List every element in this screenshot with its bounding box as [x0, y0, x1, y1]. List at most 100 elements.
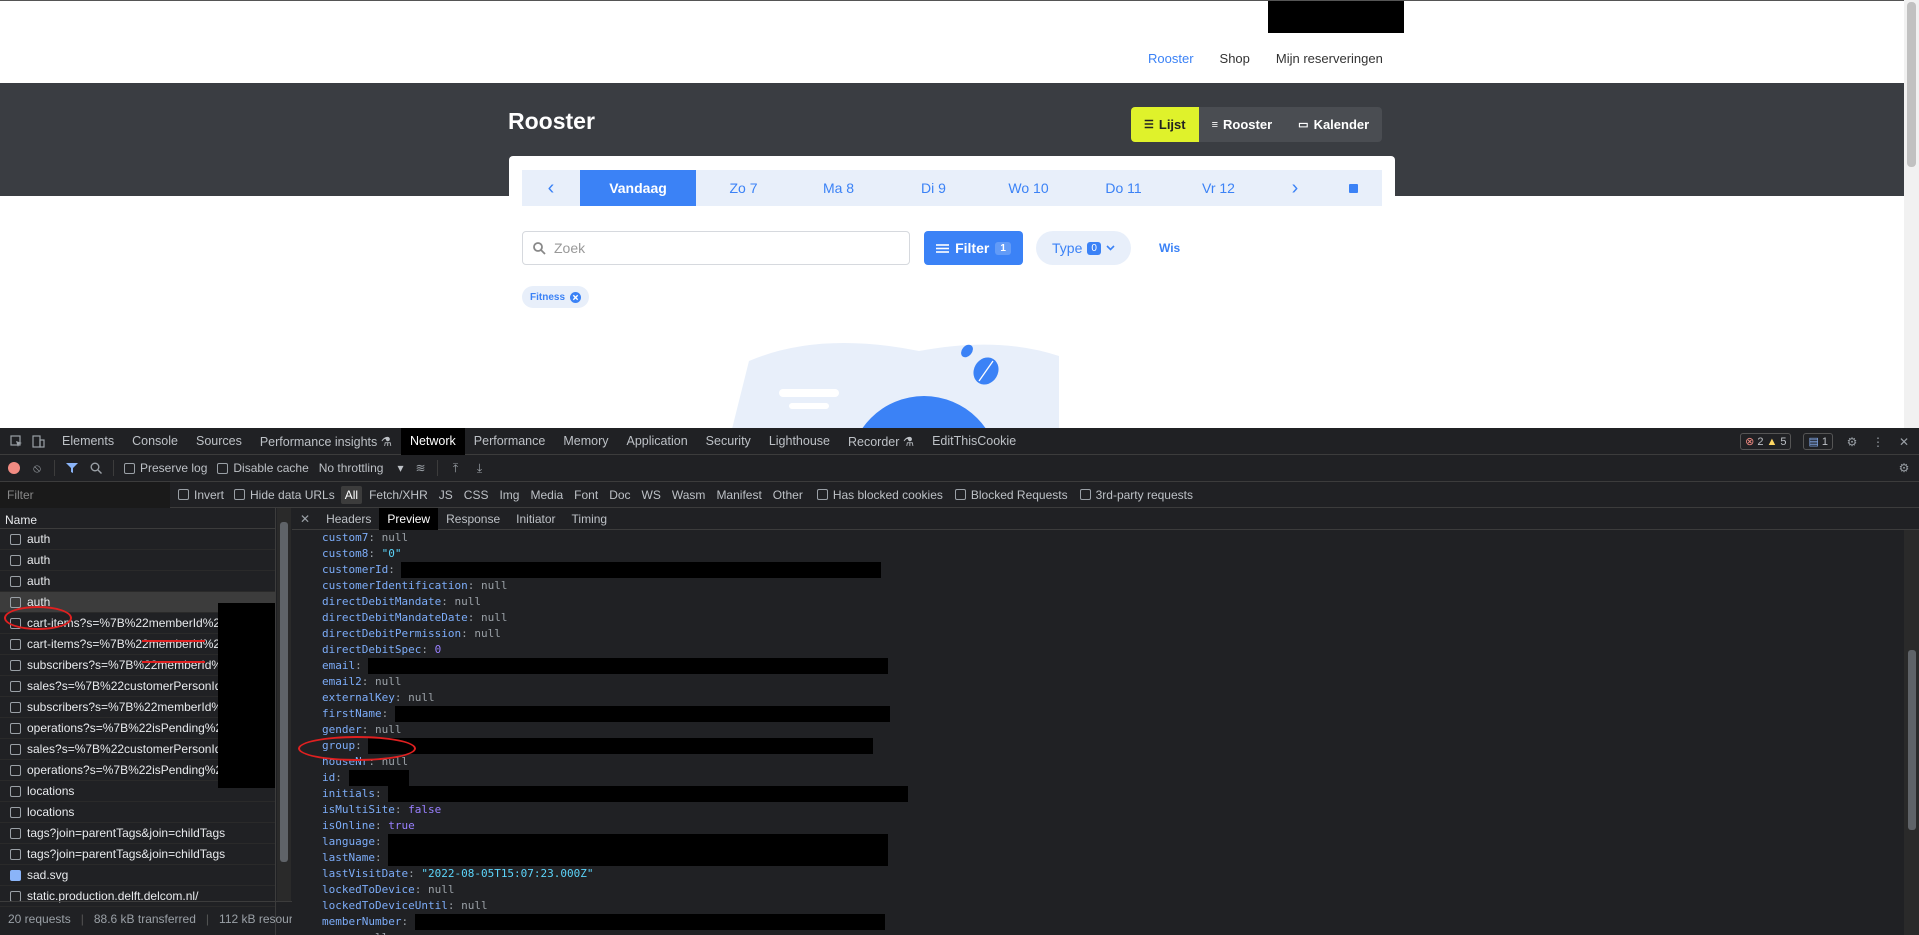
type-filter-9[interactable]: Wasm — [668, 486, 710, 504]
request-row[interactable]: tags?join=parentTags&join=childTags — [0, 823, 275, 844]
detail-tab-timing[interactable]: Timing — [564, 508, 616, 530]
preserve-log-checkbox[interactable]: Preserve log — [124, 461, 207, 475]
import-har-icon[interactable]: ⤒ — [448, 461, 462, 475]
day-tab-4[interactable]: Wo 10 — [981, 170, 1076, 206]
more-options-icon[interactable]: ⋮ — [1871, 435, 1885, 449]
filter-funnel-icon[interactable] — [65, 461, 79, 475]
type-filter-2[interactable]: JS — [435, 486, 457, 504]
devtools-tab-7[interactable]: Application — [618, 428, 697, 455]
view-lijst-button[interactable]: ☰ Lijst — [1131, 107, 1199, 142]
view-rooster-button[interactable]: ≡ Rooster — [1198, 107, 1286, 142]
devtools-tab-3[interactable]: Performance insights ⚗ — [251, 428, 401, 455]
inspect-element-icon[interactable] — [9, 434, 23, 448]
calendar-icon: ▭ — [1298, 119, 1309, 131]
previous-day-button[interactable]: ‹ — [522, 170, 580, 206]
detail-tab-headers[interactable]: Headers — [318, 508, 379, 530]
type-filter-6[interactable]: Font — [570, 486, 602, 504]
record-icon[interactable] — [8, 462, 20, 474]
day-tab-0[interactable]: Vandaag — [580, 170, 696, 206]
third-party-label: 3rd-party requests — [1095, 487, 1193, 502]
type-filter-10[interactable]: Manifest — [712, 486, 765, 504]
search-icon[interactable] — [89, 461, 103, 475]
document-icon — [10, 659, 21, 671]
third-party-checkbox[interactable]: 3rd-party requests — [1079, 487, 1193, 502]
nav-link-mijn-reserveringen[interactable]: Mijn reserveringen — [1276, 51, 1383, 66]
next-day-button[interactable]: › — [1266, 170, 1324, 206]
network-toolbar: ⦸ Preserve log Disable cache No throttli… — [0, 455, 1919, 482]
request-row[interactable]: auth — [0, 529, 275, 550]
export-har-icon[interactable]: ⤓ — [472, 461, 486, 475]
request-row[interactable]: tags?join=parentTags&join=childTags — [0, 844, 275, 865]
devtools-tab-1[interactable]: Console — [123, 428, 187, 455]
type-filter-5[interactable]: Media — [526, 486, 567, 504]
nav-link-shop[interactable]: Shop — [1220, 51, 1250, 66]
search-input[interactable]: Zoek — [522, 231, 910, 265]
type-filter-11[interactable]: Other — [769, 486, 807, 504]
clear-icon[interactable]: ⦸ — [30, 461, 44, 475]
request-row[interactable]: auth — [0, 571, 275, 592]
view-kalender-button[interactable]: ▭ Kalender — [1285, 107, 1383, 142]
filter-input[interactable]: Filter — [0, 481, 170, 508]
type-filter-4[interactable]: Img — [495, 486, 523, 504]
nav-link-rooster[interactable]: Rooster — [1148, 51, 1194, 66]
blocked-cookies-label: Has blocked cookies — [832, 487, 943, 502]
request-name: auth — [27, 553, 51, 567]
type-filter-1[interactable]: Fetch/XHR — [365, 486, 432, 504]
devtools-tab-5[interactable]: Performance — [465, 428, 555, 455]
devtools-tab-6[interactable]: Memory — [554, 428, 617, 455]
detail-tab-preview[interactable]: Preview — [379, 507, 439, 530]
detail-tab-response[interactable]: Response — [438, 508, 508, 530]
json-colon: : — [467, 579, 481, 592]
issues-counter[interactable]: ⊗ 2 ▲ 5 — [1740, 433, 1792, 450]
request-name: auth — [27, 574, 51, 588]
day-tab-5[interactable]: Do 11 — [1076, 170, 1171, 206]
close-icon[interactable] — [570, 291, 582, 303]
devtools-tab-4[interactable]: Network — [400, 427, 465, 455]
day-tab-6[interactable]: Vr 12 — [1171, 170, 1266, 206]
redacted-value — [388, 850, 889, 866]
blocked-cookies-checkbox[interactable]: Has blocked cookies — [816, 487, 943, 502]
type-filter-8[interactable]: WS — [638, 486, 665, 504]
json-key: email2 — [322, 675, 362, 688]
hide-data-urls-checkbox[interactable]: Hide data URLs — [234, 488, 335, 502]
preview-scrollbar[interactable] — [1904, 530, 1919, 935]
network-conditions-icon[interactable]: ≋ — [413, 461, 427, 475]
json-value: null — [461, 899, 488, 912]
settings-gear-icon[interactable]: ⚙ — [1845, 435, 1859, 449]
messages-counter[interactable]: ▤ 1 — [1803, 433, 1833, 450]
request-row[interactable]: locations — [0, 802, 275, 823]
clear-filters-link[interactable]: Wis — [1159, 241, 1180, 255]
devtools-tab-0[interactable]: Elements — [53, 428, 123, 455]
request-row[interactable]: auth — [0, 550, 275, 571]
filter-chip[interactable]: Fitness — [522, 286, 590, 308]
type-dropdown[interactable]: Type 0 — [1036, 231, 1131, 265]
devtools-tab-10[interactable]: Recorder ⚗ — [839, 428, 923, 455]
close-detail-icon[interactable]: ✕ — [292, 508, 318, 530]
day-tab-2[interactable]: Ma 8 — [791, 170, 886, 206]
disable-cache-checkbox[interactable]: Disable cache — [217, 461, 309, 475]
filter-button[interactable]: Filter 1 — [924, 231, 1023, 265]
invert-checkbox[interactable]: Invert — [178, 488, 224, 502]
calendar-picker-button[interactable] — [1324, 170, 1382, 206]
detail-tab-initiator[interactable]: Initiator — [508, 508, 563, 530]
type-filter-0[interactable]: All — [340, 485, 363, 504]
day-tab-1[interactable]: Zo 7 — [696, 170, 791, 206]
type-filter-3[interactable]: CSS — [460, 486, 493, 504]
close-devtools-icon[interactable]: ✕ — [1897, 435, 1911, 449]
devtools-tab-9[interactable]: Lighthouse — [760, 428, 839, 455]
network-settings-icon[interactable]: ⚙ — [1897, 461, 1911, 475]
page-scrollbar[interactable] — [1904, 0, 1919, 428]
name-column-header[interactable]: Name — [0, 508, 275, 529]
type-filter-7[interactable]: Doc — [605, 486, 634, 504]
request-row[interactable]: sad.svg — [0, 865, 275, 886]
document-icon — [10, 806, 21, 818]
throttling-select[interactable]: No throttling ▾ — [319, 461, 404, 475]
redacted-value — [348, 770, 409, 786]
devtools-tab-11[interactable]: EditThisCookie — [923, 428, 1025, 455]
day-tab-3[interactable]: Di 9 — [886, 170, 981, 206]
devtools-tab-2[interactable]: Sources — [187, 428, 251, 455]
request-list-scrollbar[interactable] — [277, 508, 291, 901]
devtools-tab-8[interactable]: Security — [697, 428, 760, 455]
blocked-requests-checkbox[interactable]: Blocked Requests — [954, 488, 1068, 502]
device-toolbar-icon[interactable] — [31, 434, 45, 448]
